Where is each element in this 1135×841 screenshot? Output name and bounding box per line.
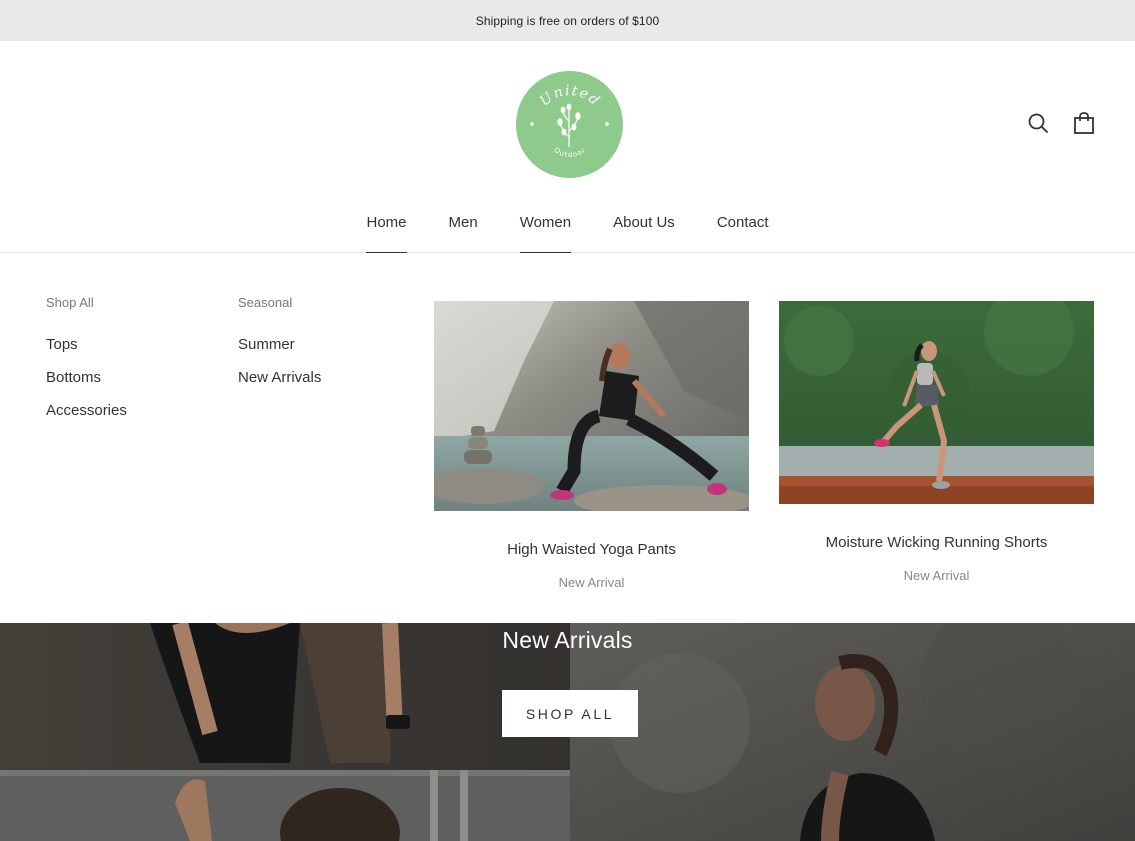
hero-title: New Arrivals (502, 627, 633, 653)
mega-menu: Shop All Tops Bottoms Accessories Season… (0, 253, 1135, 623)
promo-card-running-shorts[interactable]: Moisture Wicking Running Shorts New Arri… (779, 301, 1094, 583)
promo-image-running (779, 301, 1094, 504)
nav-item-men[interactable]: Men (449, 213, 478, 253)
promo-card-yoga-pants[interactable]: High Waisted Yoga Pants New Arrival (434, 301, 749, 590)
menu-link-bottoms[interactable]: Bottoms (46, 369, 127, 386)
column-title[interactable]: Shop All (46, 295, 127, 310)
header-actions (1027, 111, 1095, 135)
menu-link-accessories[interactable]: Accessories (46, 402, 127, 419)
search-icon[interactable] (1027, 111, 1049, 135)
svg-text:Outdoor: Outdoor (552, 146, 587, 159)
branch-icon (557, 103, 581, 147)
column-title[interactable]: Seasonal (238, 295, 321, 310)
promo-image-yoga (434, 301, 749, 511)
nav-item-home[interactable]: Home (366, 213, 407, 254)
nav-item-women[interactable]: Women (519, 213, 572, 254)
site-header: United Outdoor Home Men Women About Us C… (0, 41, 1135, 254)
menu-link-tops[interactable]: Tops (46, 336, 127, 353)
shop-all-button[interactable]: SHOP ALL (502, 690, 638, 737)
announcement-text: Shipping is free on orders of $100 (475, 13, 660, 28)
hero-banner: New Arrivals SHOP ALL (0, 623, 1135, 841)
promo-title[interactable]: High Waisted Yoga Pants (434, 541, 749, 558)
promo-subtitle: New Arrival (903, 568, 970, 583)
menu-column-shop-all: Shop All Tops Bottoms Accessories (46, 295, 127, 435)
brand-logo[interactable]: United Outdoor (516, 71, 623, 178)
promo-title[interactable]: Moisture Wicking Running Shorts (779, 534, 1094, 551)
nav-item-contact[interactable]: Contact (717, 213, 769, 253)
promo-subtitle: New Arrival (558, 575, 625, 590)
menu-link-summer[interactable]: Summer (238, 336, 321, 353)
main-nav: Home Men Women About Us Contact (0, 213, 1135, 254)
logo-wordmark-bottom: Outdoor (552, 146, 586, 159)
announcement-bar: Shipping is free on orders of $100 (0, 0, 1135, 41)
shopping-bag-icon[interactable] (1073, 111, 1095, 135)
menu-link-new-arrivals[interactable]: New Arrivals (238, 369, 321, 386)
menu-column-seasonal: Seasonal Summer New Arrivals (238, 295, 321, 402)
logo-emblem: United Outdoor (530, 83, 609, 159)
nav-item-about-us[interactable]: About Us (613, 213, 675, 253)
